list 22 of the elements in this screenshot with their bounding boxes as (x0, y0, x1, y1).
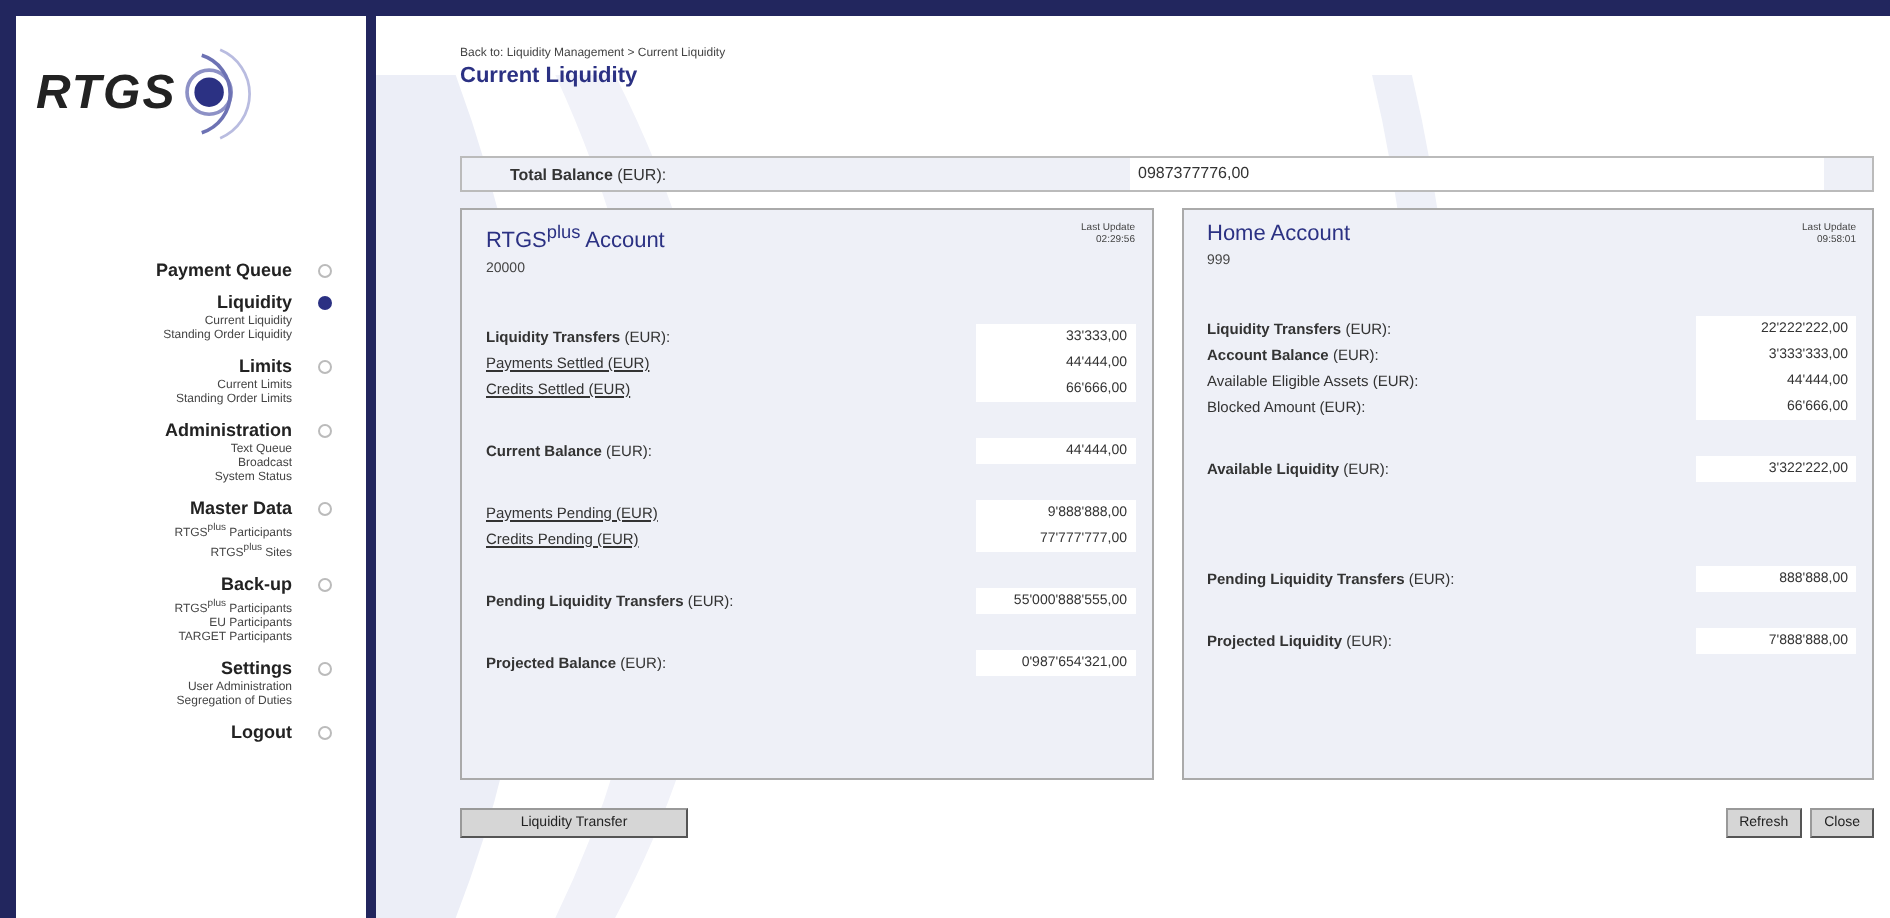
total-balance-label: Total Balance (EUR): (510, 165, 669, 183)
total-balance-value: 0987377776,00 (1130, 158, 1824, 190)
radio-icon[interactable] (318, 662, 332, 676)
sidebar-item[interactable]: Limits (238, 356, 292, 376)
sidebar-item[interactable]: Administration (164, 420, 292, 440)
radio-icon[interactable] (318, 296, 332, 310)
sidebar-item[interactable]: Payment Queue (155, 260, 292, 280)
account-title: RTGS$^{plus}$ Account (486, 222, 665, 254)
radio-icon[interactable] (318, 726, 332, 740)
page-title: Current Liquidity (460, 64, 640, 88)
sidebar-item[interactable]: Back-up (220, 574, 292, 594)
radio-icon[interactable] (318, 578, 332, 592)
radio-icon[interactable] (318, 502, 332, 516)
radio-icon[interactable] (318, 424, 332, 438)
sidebar-item[interactable]: Liquidity (217, 292, 292, 312)
account-title: Home Account (1207, 222, 1351, 246)
logo-text: RTGS (36, 66, 177, 122)
radio-icon[interactable] (318, 360, 332, 374)
sidebar-item[interactable]: Logout (231, 722, 292, 742)
sidebar-item[interactable]: Master Data (189, 498, 292, 518)
radio-icon[interactable] (318, 264, 332, 278)
sidebar-item[interactable]: Settings (220, 658, 292, 678)
